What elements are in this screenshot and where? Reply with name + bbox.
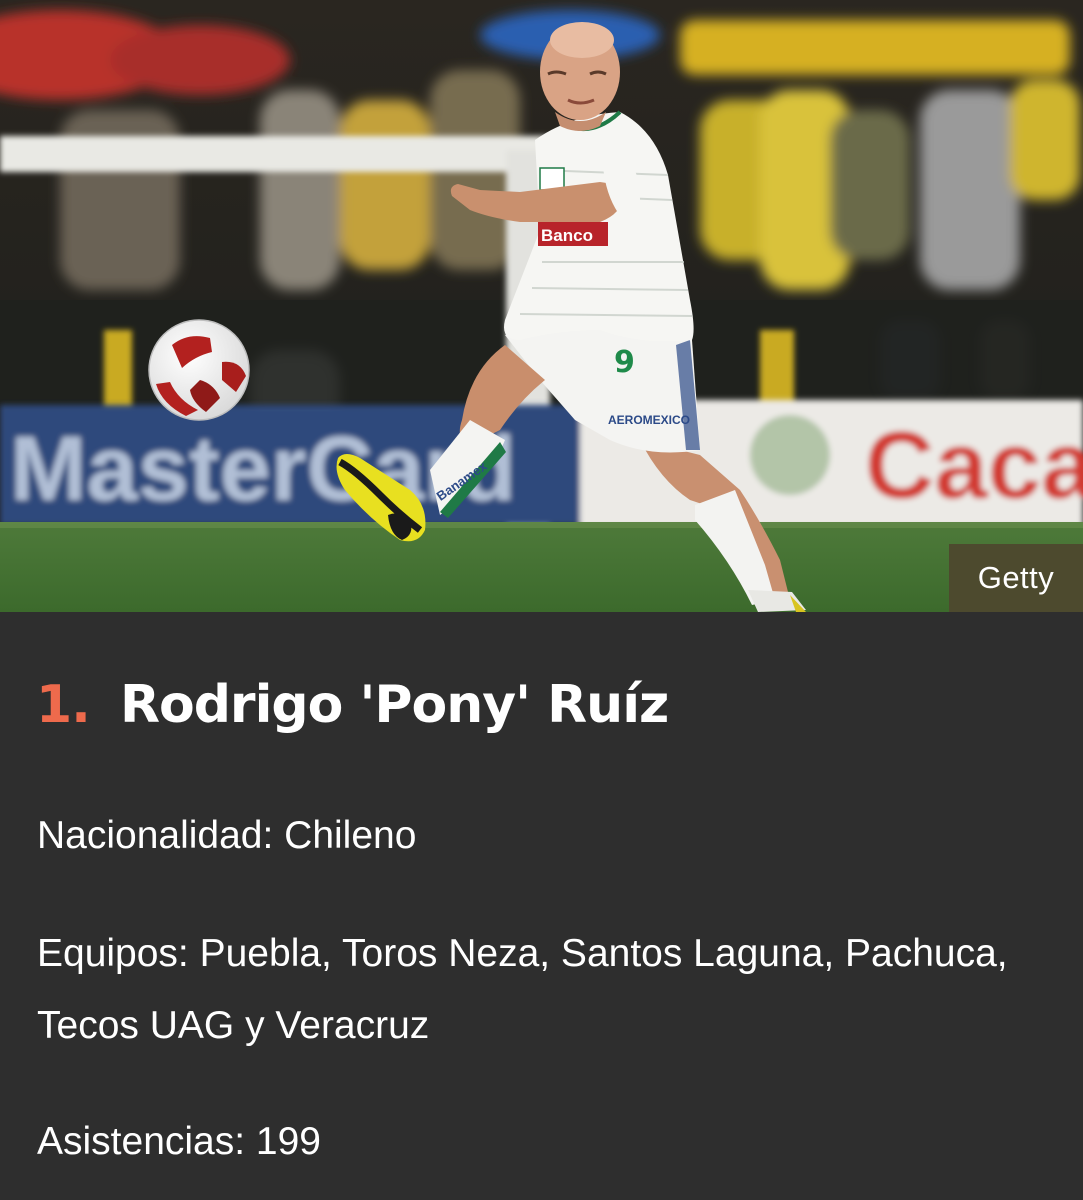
player-heading: 1. Rodrigo 'Pony' Ruíz <box>36 670 669 740</box>
player-name: Rodrigo 'Pony' Ruíz <box>119 675 669 735</box>
svg-text:Caca: Caca <box>865 412 1083 519</box>
photo-credit-badge: Getty <box>949 544 1083 612</box>
svg-text:Banco: Banco <box>541 226 593 245</box>
svg-text:AEROMEXICO: AEROMEXICO <box>608 413 690 427</box>
teams-text: Equipos: Puebla, Toros Neza, Santos Lagu… <box>37 932 1008 1047</box>
nationality-text: Nacionalidad: Chileno <box>37 814 417 857</box>
jersey-number: 9 <box>614 345 635 380</box>
ranking-number: 1. <box>36 675 91 735</box>
photo-illustration: MasterCard Caca 9 AEROMEXICO Banamex Ban… <box>0 0 1083 612</box>
player-info-panel: 1. Rodrigo 'Pony' Ruíz Nacionalidad: Chil… <box>0 612 1083 1200</box>
soccer-ball <box>148 319 250 421</box>
assists-text: Asistencias: 199 <box>37 1120 321 1163</box>
player-photo: MasterCard Caca 9 AEROMEXICO Banamex Ban… <box>0 0 1083 612</box>
